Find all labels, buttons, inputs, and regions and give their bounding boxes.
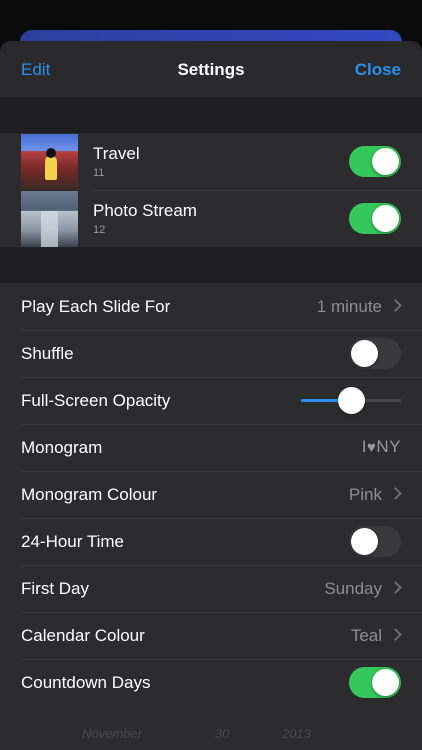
peek-day: 30 [215,726,230,741]
countdown-toggle[interactable] [349,667,401,698]
monogram-right: NY [376,437,401,456]
chevron-right-icon [389,626,404,644]
heart-icon: ♥ [366,439,377,456]
opacity-row: Full-Screen Opacity [0,377,422,424]
row-label: Monogram [21,438,103,457]
row-label: 24-Hour Time [21,532,124,551]
calendar-colour-row[interactable]: Calendar Colour Teal [0,612,422,659]
peek-month: November [82,726,142,741]
monogram-colour-row[interactable]: Monogram Colour Pink [0,471,422,518]
hour24-toggle[interactable] [349,526,401,557]
row-label: Monogram Colour [21,485,158,504]
play-each-slide-row[interactable]: Play Each Slide For 1 minute [0,283,422,330]
toggle-knob [351,340,378,367]
album-name: Travel [93,144,140,163]
toggle-knob [372,205,399,232]
row-label: Countdown Days [21,673,151,692]
opacity-slider[interactable] [301,385,401,416]
toggle-knob [351,528,378,555]
album-row-travel[interactable]: Travel 11 [0,133,422,190]
chevron-right-icon [389,297,404,315]
monogram-preview: I♥NY [362,437,401,457]
row-label: First Day [21,579,89,598]
close-button[interactable]: Close [355,60,401,80]
screen: Edit Settings Close Travel 11 Photo Stre… [0,0,422,750]
photo-stream-toggle[interactable] [349,203,401,234]
toggle-knob [372,669,399,696]
toggle-knob [372,148,399,175]
row-label: Play Each Slide For [21,297,171,316]
settings-sheet: Edit Settings Close Travel 11 Photo Stre… [0,41,422,750]
chevron-right-icon [389,579,404,597]
row-label: Calendar Colour [21,626,145,645]
row-value: 1 minute [316,297,382,316]
shuffle-row: Shuffle [0,330,422,377]
first-day-row[interactable]: First Day Sunday [0,565,422,612]
row-value: Teal [350,626,382,645]
row-value: Pink [348,485,382,504]
countdown-row: Countdown Days [0,659,422,706]
albums-group: Travel 11 Photo Stream 12 [0,133,422,247]
slider-thumb[interactable] [337,387,365,414]
settings-group: Play Each Slide For 1 minute Shuffle Ful… [0,283,422,706]
album-count: 12 [93,224,106,236]
shuffle-toggle[interactable] [349,338,401,369]
peek-year: 2013 [282,726,311,741]
album-count: 11 [93,167,105,179]
travel-toggle[interactable] [349,146,401,177]
album-row-photo-stream[interactable]: Photo Stream 12 [0,190,422,247]
row-label: Full-Screen Opacity [21,391,171,410]
album-name: Photo Stream [93,201,197,220]
hour24-row: 24-Hour Time [0,518,422,565]
date-picker-peek: November 30 2013 [0,704,422,750]
section-gap [0,247,422,283]
row-value: Sunday [324,579,382,598]
photo-stream-thumbnail [21,191,78,247]
row-label: Shuffle [21,344,74,363]
section-gap [0,97,422,133]
monogram-row[interactable]: Monogram I♥NY [0,424,422,471]
chevron-right-icon [389,485,404,503]
nav-bar: Edit Settings Close [0,41,422,97]
travel-thumbnail [21,134,78,190]
